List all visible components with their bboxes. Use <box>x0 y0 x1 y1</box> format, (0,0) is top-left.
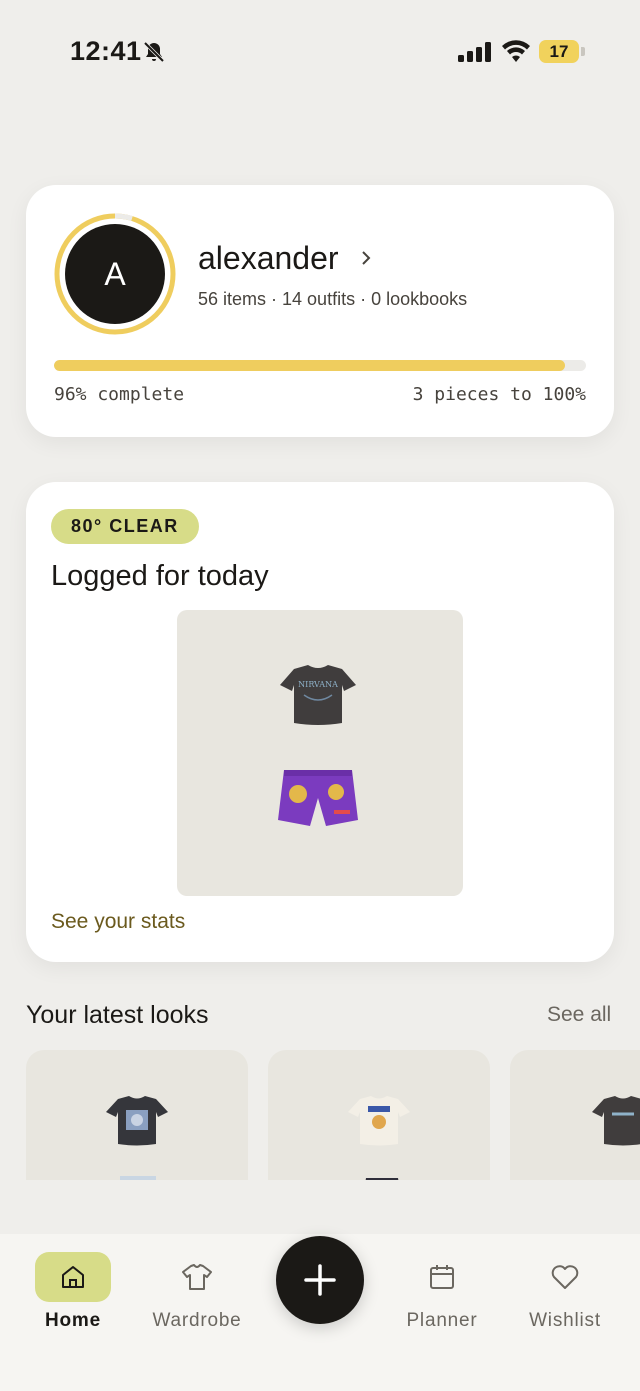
profile-stats: 56 items · 14 outfits · 0 lookbooks <box>198 289 468 309</box>
tab-planner-icon-wrap <box>404 1252 480 1302</box>
shirt-icon <box>348 1096 410 1146</box>
weather-badge: 80° CLEAR <box>51 509 199 544</box>
progress-percent-label: 96% complete <box>54 384 185 405</box>
tab-home-highlight <box>35 1252 111 1302</box>
battery-cap <box>581 47 585 56</box>
pants-icon <box>365 1178 399 1180</box>
profile-progress-bar <box>54 360 586 371</box>
tab-wishlist[interactable]: Wishlist <box>510 1252 620 1342</box>
shirt-icon <box>592 1096 640 1146</box>
today-title: Logged for today <box>51 560 269 592</box>
tab-home[interactable]: Home <box>18 1252 128 1342</box>
calendar-icon <box>430 1265 454 1289</box>
latest-looks-carousel[interactable] <box>26 1050 640 1180</box>
see-stats-link[interactable]: See your stats <box>51 910 185 934</box>
profile-progress-fill <box>54 360 565 371</box>
add-button[interactable] <box>276 1236 364 1324</box>
battery-icon: 17 <box>539 40 579 63</box>
chevron-right-icon[interactable] <box>359 249 373 267</box>
tab-wardrobe-icon-wrap <box>159 1252 235 1302</box>
look-card[interactable] <box>26 1050 248 1180</box>
heart-icon <box>551 1265 579 1289</box>
shorts-icon <box>278 770 358 826</box>
signal-icon <box>458 42 491 62</box>
shirt-icon <box>106 1096 168 1146</box>
tab-home-label: Home <box>45 1310 101 1331</box>
latest-looks-title: Your latest looks <box>26 1001 209 1029</box>
profile-card[interactable]: A alexander 56 items · 14 outfits · 0 lo… <box>26 185 614 437</box>
bell-slash-icon <box>143 41 165 63</box>
avatar-letter: A <box>104 255 126 292</box>
look-card[interactable] <box>510 1050 640 1180</box>
tab-planner-label: Planner <box>406 1310 478 1331</box>
profile-name[interactable]: alexander <box>198 240 339 277</box>
status-bar: 12:41 17 <box>0 0 640 100</box>
svg-text:NIRVANA: NIRVANA <box>298 680 338 689</box>
tab-wardrobe-label: Wardrobe <box>152 1310 242 1331</box>
status-time: 12:41 <box>70 36 142 66</box>
pants-icon <box>120 1176 156 1180</box>
plus-icon <box>304 1264 336 1296</box>
home-icon <box>62 1266 84 1288</box>
tab-wishlist-icon-wrap <box>527 1252 603 1302</box>
progress-remaining-label: 3 pieces to 100% <box>412 384 586 405</box>
tshirt-icon <box>182 1264 212 1290</box>
see-all-link[interactable]: See all <box>547 1003 611 1027</box>
today-outfit-image[interactable]: NIRVANA <box>177 610 463 896</box>
tab-planner[interactable]: Planner <box>387 1252 497 1342</box>
look-card[interactable] <box>268 1050 490 1180</box>
wifi-icon <box>502 40 530 62</box>
avatar[interactable]: A <box>65 224 165 324</box>
shirt-icon: NIRVANA <box>280 665 356 725</box>
tab-wardrobe[interactable]: Wardrobe <box>142 1252 252 1342</box>
tab-wishlist-label: Wishlist <box>529 1310 601 1331</box>
battery-level: 17 <box>549 41 569 61</box>
shorts-icon <box>598 1170 638 1180</box>
today-card: 80° CLEAR Logged for today NIRVANA See y… <box>26 482 614 962</box>
